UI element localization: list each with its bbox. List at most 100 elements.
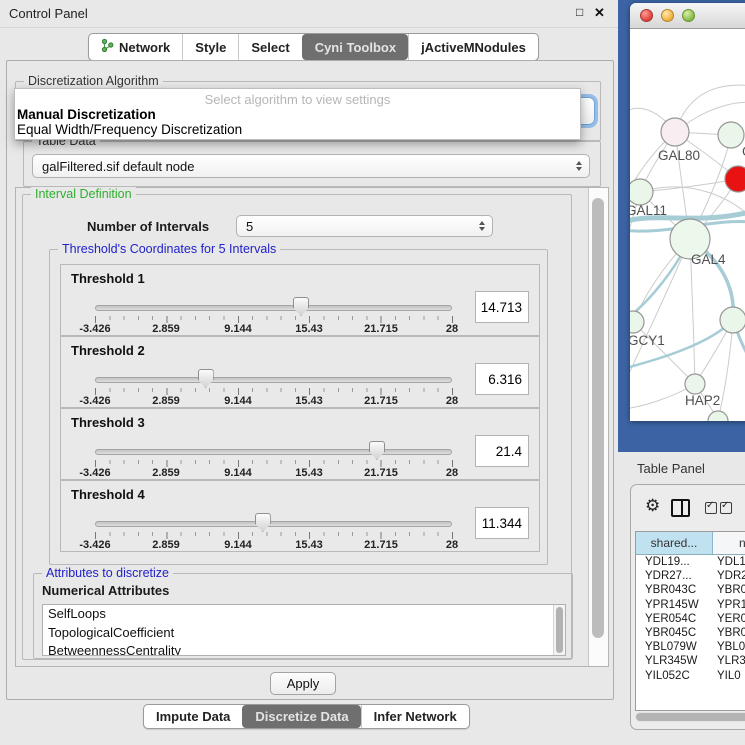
tab-network[interactable]: Network [89,34,182,60]
gear-icon[interactable]: ⚙ [645,497,660,514]
threshold-2-slider[interactable] [95,377,452,383]
table-data-group: Table Data galFiltered.sif default node [23,141,601,187]
cyni-bottom-tabs: Impute Data Discretize Data Infer Networ… [143,704,470,729]
algorithm-option-manual[interactable]: Manual Discretization [15,107,580,122]
node-gcy1[interactable] [630,311,644,333]
table-data-combobox[interactable]: galFiltered.sif default node [32,154,590,178]
table-row[interactable]: YDR27...YDR2 [636,569,745,583]
tab-jactivemnodules[interactable]: jActiveMNodules [408,34,538,60]
checkbox-icon[interactable] [705,502,717,514]
list-scrollbar-thumb[interactable] [556,607,563,653]
panel-title: Control Panel [9,6,88,21]
threshold-3-slider[interactable] [95,449,452,455]
threshold-4-panel: Threshold 4 -3.426 2.859 9.144 15.43 21.… [60,480,540,552]
threshold-1-tick-marks [95,316,453,323]
table-row[interactable]: YER054CYER0 [636,612,745,626]
column-header-shared-name[interactable]: shared... [636,532,713,554]
attributes-group-title: Attributes to discretize [42,566,173,580]
control-panel-titlebar: Control Panel □ ✕ [0,0,618,28]
apply-button[interactable]: Apply [270,672,336,695]
thresholds-group: Threshold's Coordinates for 5 Intervals … [49,249,548,565]
threshold-2-slider-thumb[interactable] [198,369,214,388]
axis-label: -3.426 [79,395,110,407]
numerical-attributes-list[interactable]: SelfLoops TopologicalCoefficient Between… [42,604,566,656]
axis-label: 9.144 [224,395,252,407]
vertical-scrollbar-thumb[interactable] [592,198,604,638]
vertical-scrollbar[interactable] [588,188,608,666]
tab-infer-network[interactable]: Infer Network [361,705,469,728]
number-of-intervals-combobox[interactable]: 5 [236,215,493,237]
axis-label: 28 [446,323,458,335]
attributes-group: Attributes to discretize Numerical Attri… [33,573,573,659]
axis-label: 15.43 [295,323,323,335]
threshold-3-tick-marks [95,460,453,467]
list-item[interactable]: SelfLoops [43,605,565,624]
tab-impute-data[interactable]: Impute Data [144,705,242,728]
node-gal11[interactable] [630,179,653,205]
thresholds-group-title: Threshold's Coordinates for 5 Intervals [58,242,280,256]
close-icon[interactable]: ✕ [594,5,605,21]
tab-select[interactable]: Select [238,34,301,60]
window-zoom-icon[interactable] [682,9,695,22]
network-window-titlebar[interactable] [630,3,745,29]
discretization-algorithm-group-title: Discretization Algorithm [24,74,163,88]
tab-cyni-toolbox[interactable]: Cyni Toolbox [302,34,408,60]
threshold-1-slider[interactable] [95,305,452,311]
node-top-right[interactable] [718,122,744,148]
threshold-3-slider-thumb[interactable] [369,441,385,460]
axis-label: 28 [446,395,458,407]
threshold-4-slider[interactable] [95,521,452,527]
list-vertical-scrollbar[interactable] [553,605,565,655]
threshold-1-value-field[interactable]: 14.713 [475,291,529,323]
node-label: GAL11 [630,203,667,218]
axis-label: 15.43 [295,539,323,551]
axis-label: 21.715 [364,395,398,407]
table-row[interactable]: YBR043CYBR0 [636,583,745,597]
table-row[interactable]: YBR045CYBR0 [636,626,745,640]
tab-style[interactable]: Style [182,34,238,60]
window-minimize-icon[interactable] [661,9,674,22]
interval-definition-title: Interval Definition [31,187,136,201]
tab-discretize-data[interactable]: Discretize Data [242,705,360,728]
table-data-selected: galFiltered.sif default node [33,159,194,174]
axis-label: 15.43 [295,467,323,479]
column-layout-icon[interactable] [671,499,690,517]
algorithm-dropdown-popup: Select algorithm to view settings Manual… [14,88,581,140]
threshold-3-panel: Threshold 3 -3.426 2.859 9.144 15.43 21.… [60,408,540,480]
node-hap2[interactable] [685,374,705,394]
combo-stepper-icon [479,221,485,231]
table-row[interactable]: YDL19...YDL1 [636,555,745,569]
algorithm-option-equal-width[interactable]: Equal Width/Frequency Discretization [15,122,580,137]
threshold-4-value-field[interactable]: 11.344 [475,507,529,539]
axis-label: -3.426 [79,323,110,335]
axis-label: 28 [446,467,458,479]
table-row[interactable]: YIL052CYIL0 [636,669,745,683]
list-item[interactable]: TopologicalCoefficient [43,624,565,643]
network-view-window: GAL80 GA GAL11 C GAL4 GCY1 H HAP2 [630,3,745,421]
control-panel-tabs: Network Style Select Cyni Toolbox jActiv… [88,33,539,61]
threshold-2-value-field[interactable]: 6.316 [475,363,529,395]
table-row[interactable]: YBL079WYBL0 [636,640,745,654]
window-close-icon[interactable] [640,9,653,22]
node-gal80[interactable] [661,118,689,146]
threshold-1-label: Threshold 1 [71,271,145,286]
list-item[interactable]: BetweennessCentrality [43,642,565,656]
interval-definition-group: Interval Definition Number of Intervals … [22,194,572,660]
threshold-1-slider-thumb[interactable] [293,297,309,316]
network-canvas[interactable]: GAL80 GA GAL11 C GAL4 GCY1 H HAP2 [630,29,745,421]
float-window-icon[interactable]: □ [576,5,583,19]
axis-label: 15.43 [295,395,323,407]
node-h[interactable] [720,307,745,333]
table-panel: ⚙ shared... na YDL19...YDL1 YDR27...YDR2… [630,484,745,730]
horizontal-scrollbar[interactable] [635,712,745,722]
threshold-3-value-field[interactable]: 21.4 [475,435,529,467]
table-row[interactable]: YLR345WYLR3 [636,654,745,668]
column-header-name[interactable]: na [713,532,745,554]
table-row[interactable]: YPR145WYPR1 [636,598,745,612]
node-red[interactable] [725,166,745,192]
node-attribute-table: shared... na YDL19...YDL1 YDR27...YDR2 Y… [635,531,745,711]
horizontal-scrollbar-thumb[interactable] [636,713,745,721]
threshold-4-slider-thumb[interactable] [255,513,271,532]
checkbox-icon[interactable] [720,502,732,514]
node-bottom[interactable] [708,411,728,421]
